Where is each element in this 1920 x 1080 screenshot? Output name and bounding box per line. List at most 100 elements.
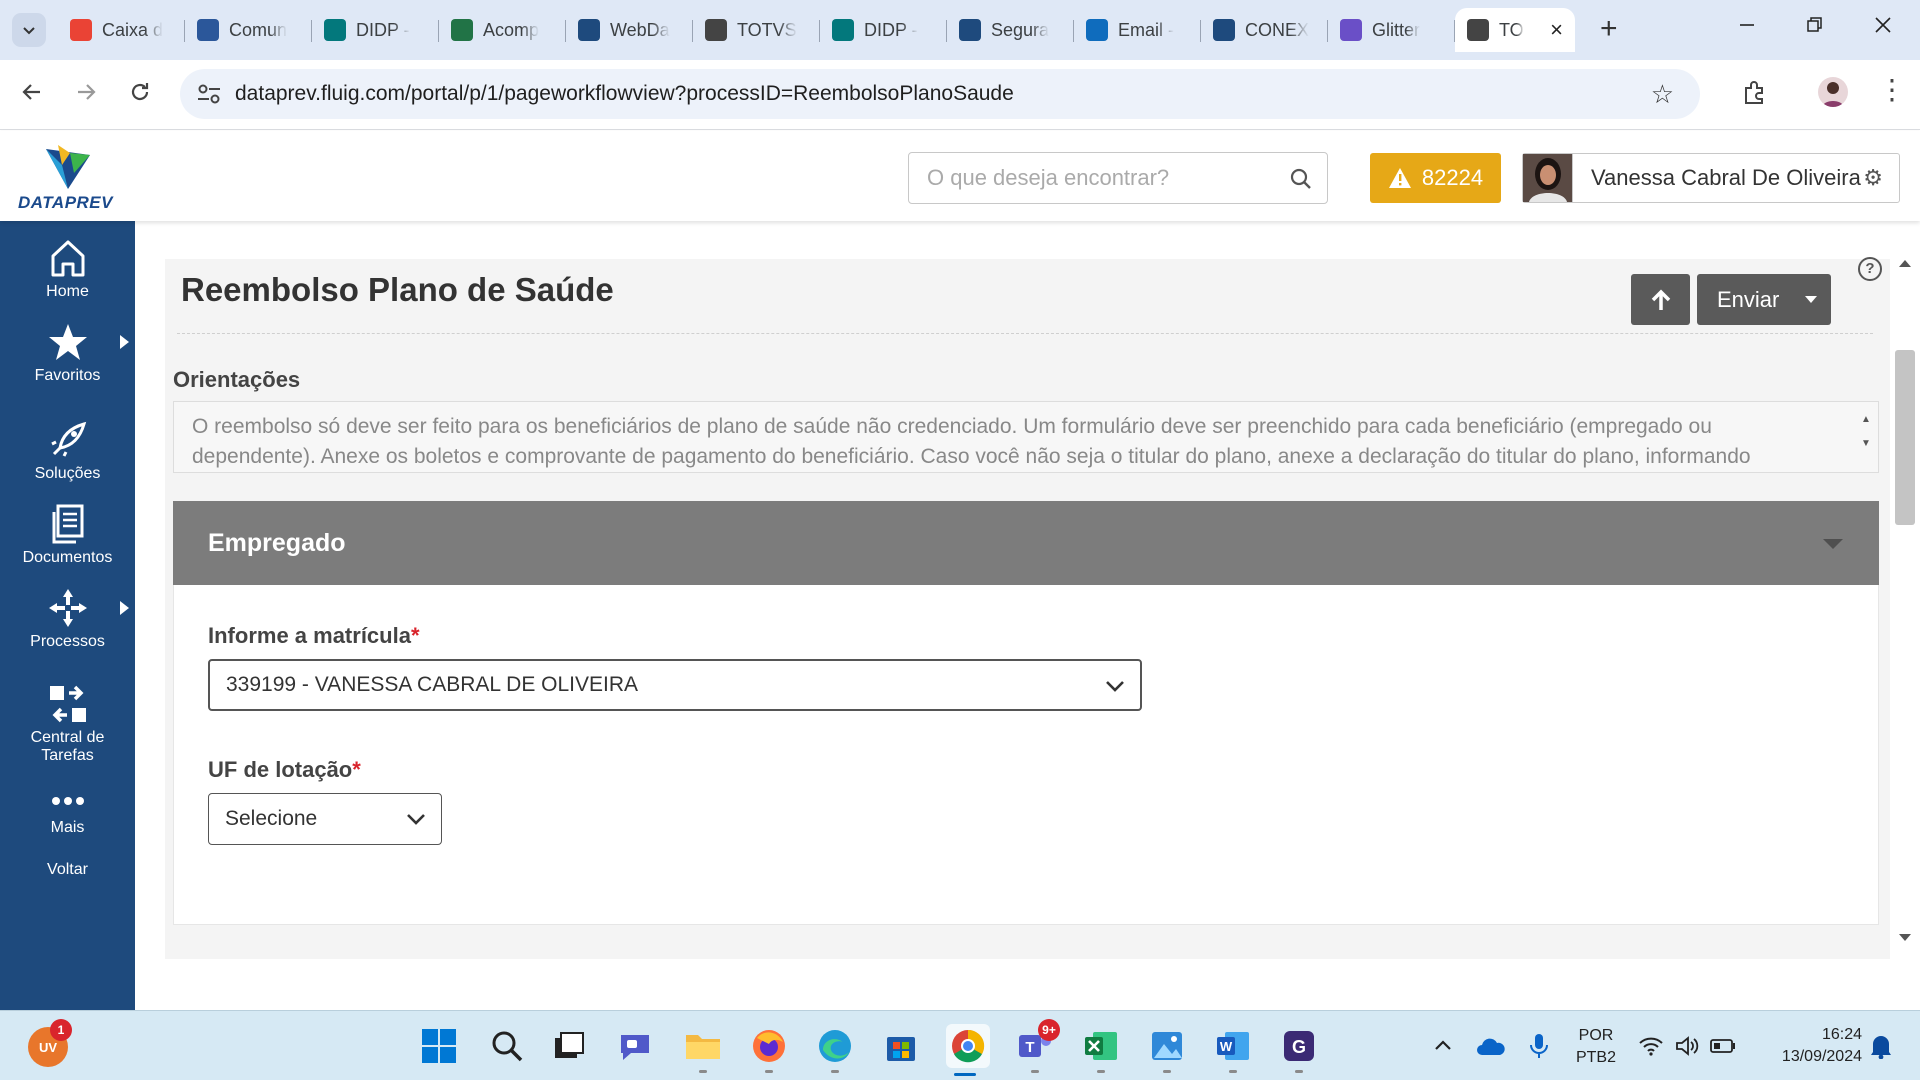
- firefox-icon[interactable]: [750, 1027, 788, 1073]
- search-icon[interactable]: [488, 1027, 526, 1065]
- extensions-icon[interactable]: [1742, 80, 1768, 111]
- microphone-icon[interactable]: [1520, 1027, 1558, 1065]
- browser-tab-label: DIDP -: [864, 19, 918, 40]
- forward-icon[interactable]: [74, 80, 98, 109]
- browser-tab[interactable]: WebDa: [566, 8, 693, 52]
- browser-tab[interactable]: DIDP -: [312, 8, 439, 52]
- bookmark-star-icon[interactable]: ☆: [1651, 79, 1674, 110]
- rocket-icon: [50, 421, 86, 457]
- dataprev-icon: [578, 19, 600, 41]
- wifi-icon[interactable]: [1632, 1027, 1670, 1065]
- reload-icon[interactable]: [128, 80, 152, 109]
- browser-tab[interactable]: Comun: [185, 8, 312, 52]
- sidebar-item-home[interactable]: Home: [0, 237, 135, 301]
- browser-tab[interactable]: TO ×: [1455, 8, 1575, 52]
- orientacoes-textarea[interactable]: O reembolso só deve ser feito para os be…: [173, 401, 1879, 473]
- photos-icon[interactable]: [1148, 1027, 1186, 1073]
- glitter-icon[interactable]: G: [1280, 1027, 1318, 1073]
- scrollbar-thumb[interactable]: [1895, 350, 1915, 525]
- browser-tab[interactable]: Caixa d: [58, 8, 185, 52]
- scroll-down-icon[interactable]: [1899, 934, 1911, 941]
- browser-tab-label: DIDP -: [356, 19, 410, 40]
- textarea-scrollbar[interactable]: ▲ ▼: [1860, 408, 1872, 456]
- tab-close-icon[interactable]: ×: [1550, 17, 1563, 43]
- submenu-arrow-icon: [120, 601, 129, 615]
- glitter-icon: [1340, 19, 1362, 41]
- alert-count: 82224: [1421, 165, 1484, 190]
- search-input[interactable]: [909, 153, 1279, 203]
- page-scrollbar[interactable]: [1890, 258, 1920, 1000]
- uf-lotacao-select[interactable]: Selecione: [208, 793, 442, 845]
- sidebar-item-favoritos[interactable]: Favoritos: [0, 321, 135, 385]
- browser-tab[interactable]: DIDP -: [820, 8, 947, 52]
- window-close-icon[interactable]: [1874, 14, 1892, 40]
- word-icon[interactable]: W: [1214, 1027, 1252, 1073]
- sidebar-item-mais[interactable]: Mais: [0, 787, 135, 837]
- alerts-button[interactable]: 82224: [1370, 153, 1501, 203]
- user-account-avatar[interactable]: UV 1: [28, 1019, 72, 1067]
- avatar[interactable]: [1523, 154, 1573, 202]
- browser-tab-label: Acomp: [483, 19, 540, 40]
- chrome-icon[interactable]: [946, 1024, 990, 1076]
- task-view-icon[interactable]: [550, 1027, 588, 1065]
- sidebar-item-documentos[interactable]: Documentos: [0, 503, 135, 567]
- scroll-up-icon[interactable]: [1899, 260, 1911, 267]
- clock[interactable]: 16:24 13/09/2024: [1752, 1024, 1862, 1068]
- onedrive-icon[interactable]: [1472, 1027, 1510, 1065]
- user-menu[interactable]: Vanessa Cabral De Oliveira ⚙: [1522, 153, 1900, 203]
- browser-tab-label: TOTVS: [737, 19, 797, 40]
- collapse-caret-icon[interactable]: [1823, 539, 1843, 549]
- input-language[interactable]: POR PTB2: [1574, 1025, 1618, 1069]
- sidebar-item-label: Central de Tarefas: [30, 729, 105, 764]
- gear-icon[interactable]: ⚙: [1863, 165, 1883, 191]
- processes-icon: [48, 589, 87, 627]
- title-divider: [177, 333, 1873, 334]
- browser-tab[interactable]: CONEX: [1201, 8, 1328, 52]
- dataprev-logo[interactable]: DATAPREV: [18, 143, 113, 215]
- browser-tab[interactable]: Segura: [947, 8, 1074, 52]
- browser-tab[interactable]: Acomp: [439, 8, 566, 52]
- sidebar-item-processos[interactable]: Processos: [0, 587, 135, 651]
- browser-tabs: Caixa d Comun DIDP - Acomp WebDa TOTVS DIDP - S…: [58, 8, 1575, 52]
- notifications-bell-icon[interactable]: [1862, 1027, 1900, 1065]
- browser-menu-icon[interactable]: ⋮: [1878, 76, 1906, 104]
- sidebar-item-voltar[interactable]: Voltar: [0, 861, 135, 879]
- svg-text:W: W: [1220, 1039, 1233, 1054]
- new-tab-button[interactable]: +: [1600, 14, 1618, 44]
- browser-profile-avatar[interactable]: [1818, 77, 1848, 107]
- browser-tab[interactable]: Glitter: [1328, 8, 1455, 52]
- tab-search-button[interactable]: [12, 13, 46, 47]
- empregado-panel-header[interactable]: Empregado: [173, 501, 1879, 585]
- battery-icon[interactable]: [1704, 1027, 1742, 1065]
- browser-tab[interactable]: TOTVS: [693, 8, 820, 52]
- attachments-upload-button[interactable]: [1631, 274, 1690, 325]
- matricula-select[interactable]: 339199 - VANESSA CABRAL DE OLIVEIRA: [208, 659, 1142, 711]
- running-indicator: [765, 1070, 773, 1073]
- file-explorer-icon[interactable]: [684, 1027, 722, 1073]
- sidebar-item-central-de-tarefas[interactable]: Central de Tarefas: [0, 683, 135, 765]
- volume-icon[interactable]: [1668, 1027, 1706, 1065]
- minimize-icon[interactable]: [1738, 14, 1756, 40]
- tray-overflow-icon[interactable]: [1424, 1027, 1462, 1065]
- send-button-label: Enviar: [1717, 286, 1780, 312]
- teams-icon[interactable]: T 9+: [1016, 1019, 1060, 1073]
- url-text[interactable]: dataprev.fluig.com/portal/p/1/pageworkfl…: [235, 82, 1014, 106]
- send-button[interactable]: Enviar: [1697, 274, 1831, 325]
- start-icon[interactable]: [420, 1027, 458, 1065]
- help-icon[interactable]: ?: [1858, 257, 1882, 281]
- caret-down-icon[interactable]: [1805, 296, 1817, 303]
- documents-icon: [52, 504, 83, 544]
- running-indicator: [1229, 1070, 1237, 1073]
- excel-icon[interactable]: [1082, 1027, 1120, 1073]
- running-indicator: [1097, 1070, 1105, 1073]
- edge-icon[interactable]: [816, 1027, 854, 1073]
- address-bar[interactable]: dataprev.fluig.com/portal/p/1/pageworkfl…: [180, 69, 1700, 119]
- browser-tab[interactable]: Email -: [1074, 8, 1201, 52]
- site-settings-icon[interactable]: [196, 82, 222, 106]
- restore-icon[interactable]: [1806, 14, 1824, 40]
- chat-icon[interactable]: [616, 1027, 654, 1065]
- back-icon[interactable]: [20, 80, 44, 109]
- sidebar-item-solucoes[interactable]: Soluções: [0, 419, 135, 483]
- microsoft-store-icon[interactable]: [882, 1027, 920, 1065]
- search-icon[interactable]: [1289, 167, 1313, 191]
